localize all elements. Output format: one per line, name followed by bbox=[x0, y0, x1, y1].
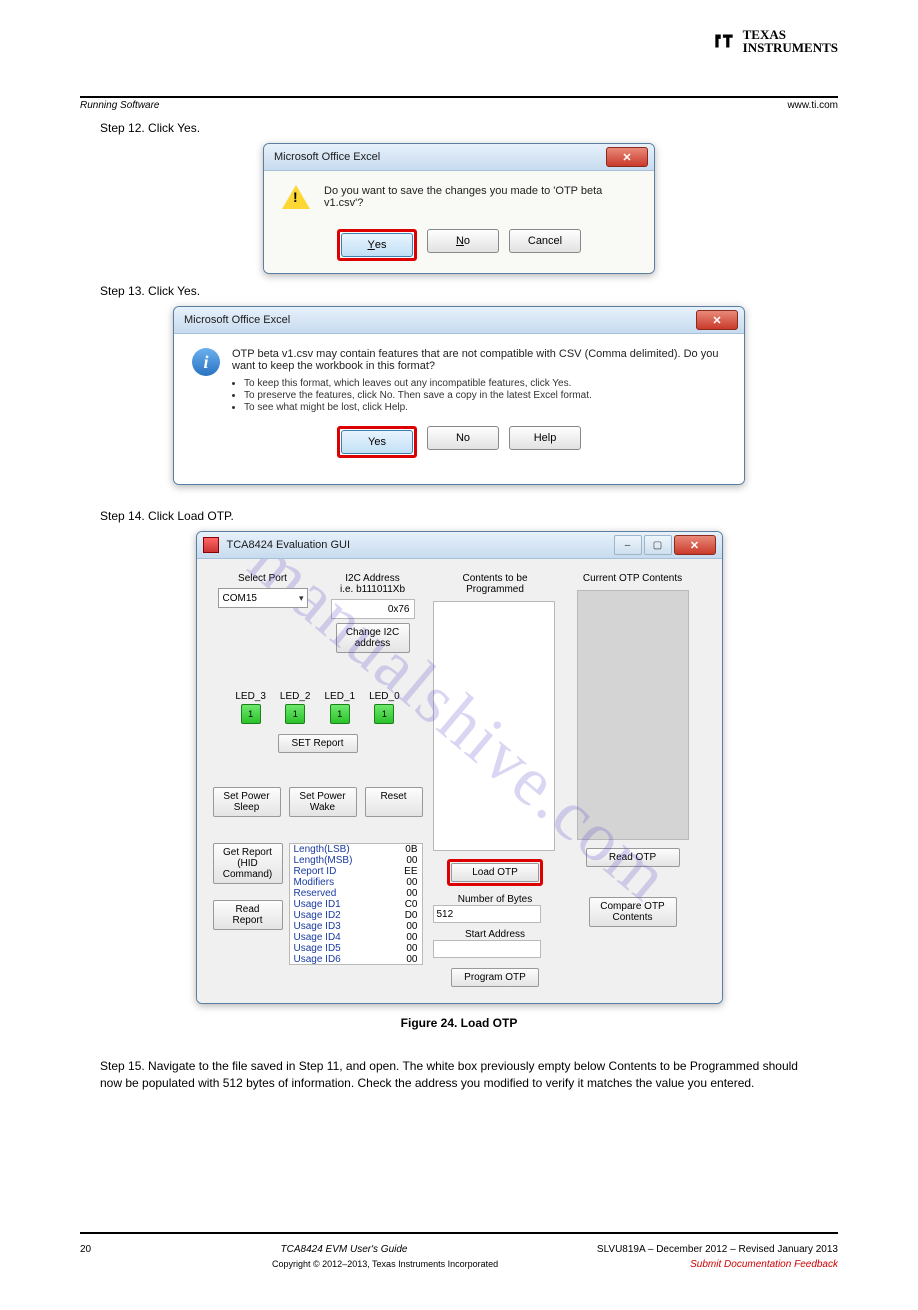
feedback-link[interactable]: Submit Documentation Feedback bbox=[690, 1259, 838, 1270]
set-power-wake-button[interactable]: Set Power Wake bbox=[289, 787, 357, 817]
list-item[interactable]: Usage ID500 bbox=[290, 943, 422, 954]
contents-listbox[interactable] bbox=[433, 601, 555, 851]
copyright: Copyright © 2012–2013, Texas Instruments… bbox=[80, 1259, 690, 1270]
step-14: Step 14. Click Load OTP. bbox=[100, 509, 838, 523]
list-item[interactable]: Length(MSB)00 bbox=[290, 855, 422, 866]
list-item[interactable]: Length(LSB)0B bbox=[290, 844, 422, 855]
num-bytes-input[interactable]: 512 bbox=[433, 905, 541, 923]
led-indicator[interactable]: 1 bbox=[285, 704, 305, 724]
led-indicator[interactable]: 1 bbox=[374, 704, 394, 724]
i2c-address-input[interactable]: 0x76 bbox=[331, 599, 415, 619]
minimize-icon[interactable]: – bbox=[614, 535, 642, 555]
close-icon[interactable]: ✕ bbox=[696, 310, 738, 330]
warning-icon bbox=[282, 185, 310, 209]
app-title: TCA8424 Evaluation GUI bbox=[223, 539, 612, 551]
section-title: Running Software bbox=[80, 100, 160, 111]
maximize-icon[interactable]: ▢ bbox=[644, 535, 672, 555]
app-icon bbox=[203, 537, 219, 553]
reset-button[interactable]: Reset bbox=[365, 787, 423, 817]
select-port-label: Select Port bbox=[238, 573, 287, 584]
no-button[interactable]: No bbox=[427, 426, 499, 450]
highlight-box: Yes bbox=[337, 426, 417, 458]
step-13: Step 13. Click Yes. bbox=[100, 284, 838, 298]
help-button[interactable]: Help bbox=[509, 426, 581, 450]
list-item[interactable]: Usage ID300 bbox=[290, 921, 422, 932]
contents-label: Contents to be Programmed bbox=[433, 573, 558, 595]
no-button[interactable]: No bbox=[427, 229, 499, 253]
compare-otp-button[interactable]: Compare OTP Contents bbox=[589, 897, 677, 927]
port-combo[interactable]: COM15 bbox=[218, 588, 308, 608]
start-addr-label: Start Address bbox=[433, 929, 558, 940]
read-report-button[interactable]: Read Report bbox=[213, 900, 283, 930]
dialog-csv-compat: Microsoft Office Excel ✕ i OTP beta v1.c… bbox=[173, 306, 745, 485]
brand-header: TEXAS INSTRUMENTS bbox=[711, 28, 838, 54]
change-i2c-button[interactable]: Change I2C address bbox=[336, 623, 410, 653]
dialog1-title: Microsoft Office Excel bbox=[270, 151, 606, 163]
site-link[interactable]: www.ti.com bbox=[787, 100, 838, 111]
dialog2-bullets: To keep this format, which leaves out an… bbox=[232, 378, 726, 413]
list-item[interactable]: Usage ID600 bbox=[290, 954, 422, 965]
dialog-save-changes: Microsoft Office Excel ✕ Do you want to … bbox=[263, 143, 655, 274]
brand-line2: INSTRUMENTS bbox=[743, 41, 838, 54]
set-report-button[interactable]: SET Report bbox=[278, 734, 358, 753]
close-icon[interactable]: ✕ bbox=[674, 535, 716, 555]
page-number: 20 bbox=[80, 1244, 91, 1255]
step-15: Step 15. Navigate to the file saved in S… bbox=[100, 1058, 818, 1092]
current-otp-label: Current OTP Contents bbox=[583, 573, 682, 584]
i2c-label: I2C Addressi.e. b111011Xb bbox=[340, 573, 405, 595]
led-indicator[interactable]: 1 bbox=[241, 704, 261, 724]
doc-revision: SLVU819A – December 2012 – Revised Janua… bbox=[597, 1244, 838, 1255]
led-label: LED_3 bbox=[235, 691, 266, 702]
info-icon: i bbox=[192, 348, 220, 376]
led-indicator[interactable]: 1 bbox=[330, 704, 350, 724]
list-item[interactable]: Usage ID1C0 bbox=[290, 899, 422, 910]
load-otp-button[interactable]: Load OTP bbox=[451, 863, 539, 882]
spacer bbox=[579, 963, 687, 981]
dialog1-message: Do you want to save the changes you made… bbox=[324, 185, 636, 209]
rule-top bbox=[80, 96, 838, 98]
list-item[interactable]: Report IDEE bbox=[290, 866, 422, 877]
list-item[interactable]: Reserved00 bbox=[290, 888, 422, 899]
doc-title: TCA8424 EVM User's Guide bbox=[281, 1244, 408, 1255]
report-list[interactable]: Length(LSB)0BLength(MSB)00Report IDEEMod… bbox=[289, 843, 423, 965]
led-label: LED_2 bbox=[280, 691, 311, 702]
led-label: LED_0 bbox=[369, 691, 400, 702]
list-item[interactable]: Usage ID400 bbox=[290, 932, 422, 943]
dialog2-message: OTP beta v1.csv may contain features tha… bbox=[232, 348, 726, 372]
led-label: LED_1 bbox=[325, 691, 356, 702]
rule-bottom bbox=[80, 1232, 838, 1234]
list-item[interactable]: Modifiers00 bbox=[290, 877, 422, 888]
set-power-sleep-button[interactable]: Set Power Sleep bbox=[213, 787, 281, 817]
yes-button[interactable]: Yes bbox=[341, 233, 413, 257]
start-addr-input[interactable] bbox=[433, 940, 541, 958]
program-otp-button[interactable]: Program OTP bbox=[451, 968, 539, 987]
step-12: Step 12. Click Yes. bbox=[100, 121, 838, 135]
yes-button[interactable]: Yes bbox=[341, 430, 413, 454]
get-report-button[interactable]: Get Report (HID Command) bbox=[213, 843, 283, 884]
app-window: TCA8424 Evaluation GUI – ▢ ✕ Select Port… bbox=[196, 531, 723, 1004]
figure-caption: Figure 24. Load OTP bbox=[80, 1016, 838, 1030]
highlight-box: Load OTP bbox=[447, 859, 543, 886]
list-item[interactable]: Usage ID2D0 bbox=[290, 910, 422, 921]
highlight-box: Yes bbox=[337, 229, 417, 261]
read-otp-button[interactable]: Read OTP bbox=[586, 848, 680, 867]
close-icon[interactable]: ✕ bbox=[606, 147, 648, 167]
num-bytes-label: Number of Bytes bbox=[433, 894, 558, 905]
cancel-button[interactable]: Cancel bbox=[509, 229, 581, 253]
ti-logo-icon bbox=[711, 28, 737, 54]
dialog2-title: Microsoft Office Excel bbox=[180, 314, 696, 326]
current-otp-listbox[interactable] bbox=[577, 590, 689, 840]
